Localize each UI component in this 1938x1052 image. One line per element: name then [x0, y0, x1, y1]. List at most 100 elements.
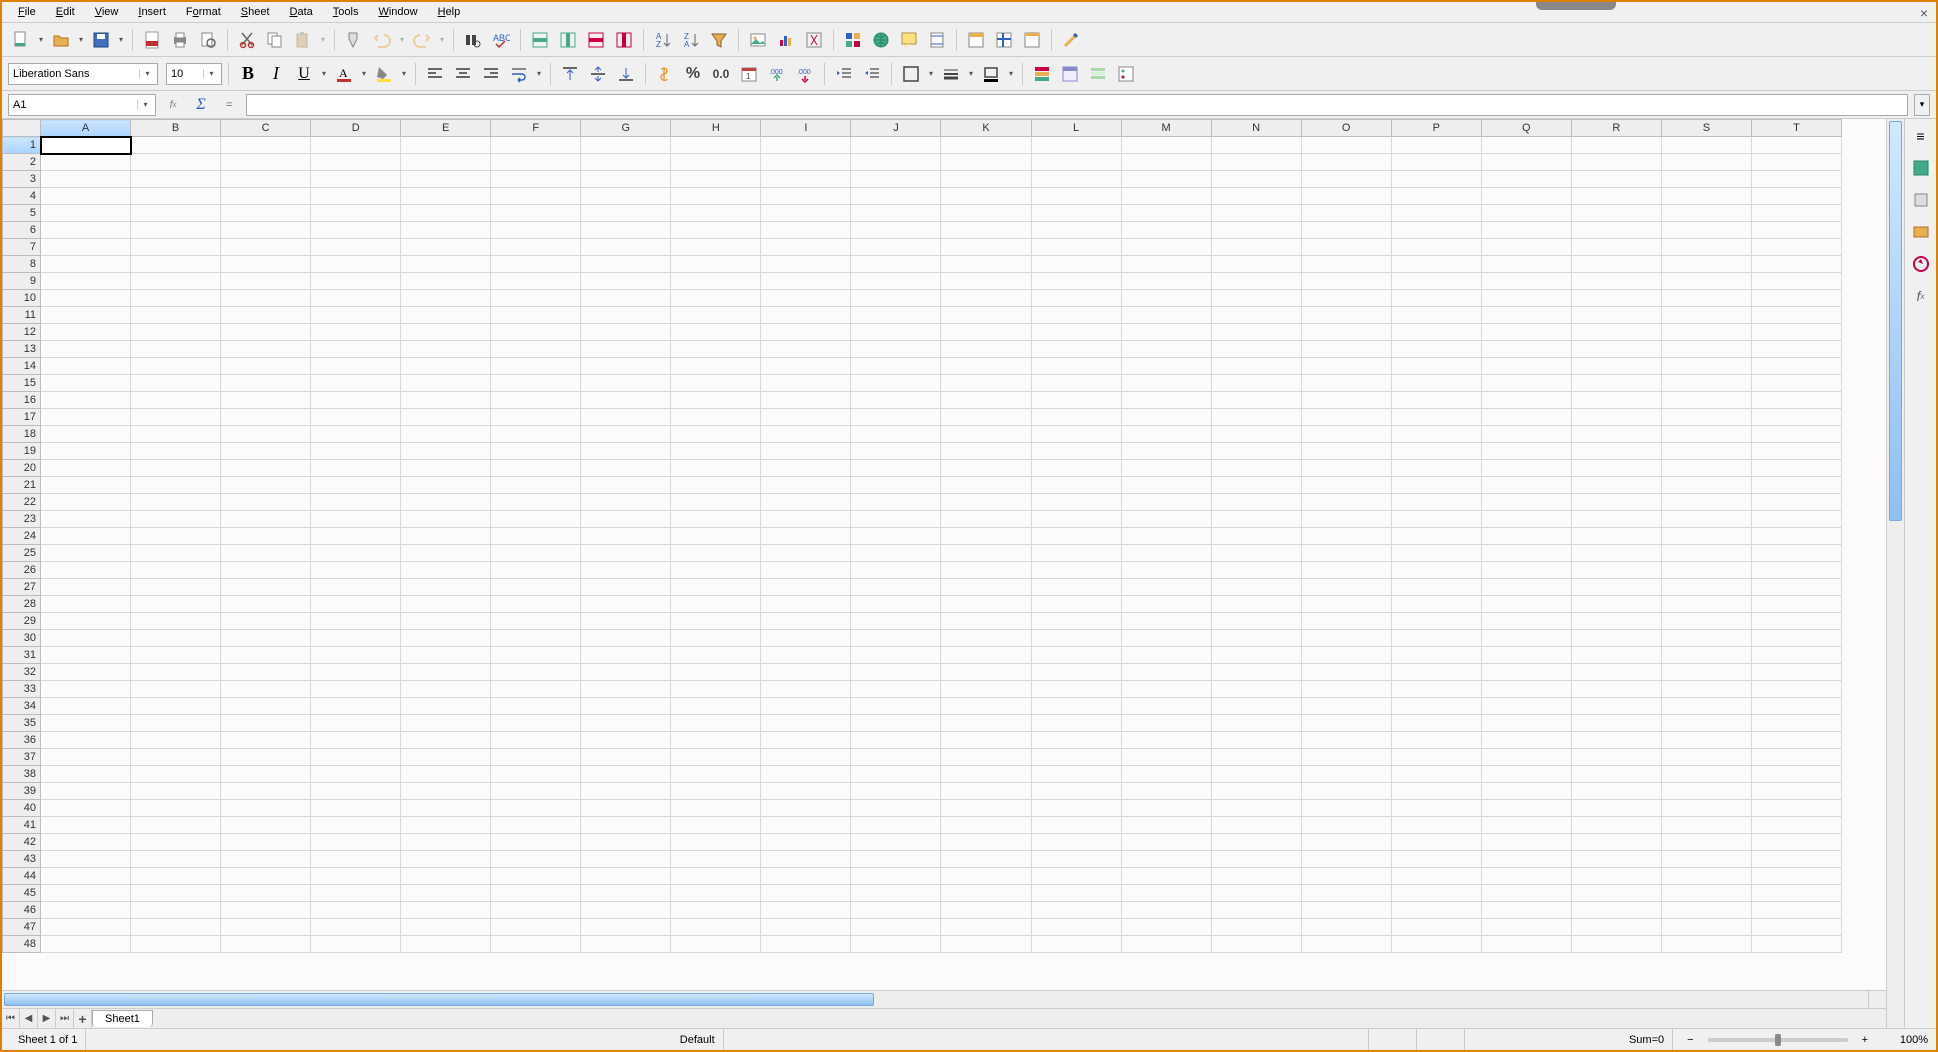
cell-R46[interactable] — [1571, 902, 1661, 919]
cell-Q43[interactable] — [1481, 851, 1571, 868]
cell-H39[interactable] — [671, 783, 761, 800]
cell-B30[interactable] — [131, 630, 221, 647]
cell-J42[interactable] — [851, 834, 941, 851]
cell-P17[interactable] — [1391, 409, 1481, 426]
cell-B31[interactable] — [131, 647, 221, 664]
cell-A46[interactable] — [41, 902, 131, 919]
cell-Q19[interactable] — [1481, 443, 1571, 460]
cell-J1[interactable] — [851, 137, 941, 154]
cell-N7[interactable] — [1211, 239, 1301, 256]
column-header-P[interactable]: P — [1391, 120, 1481, 137]
column-header-Q[interactable]: Q — [1481, 120, 1571, 137]
status-signature[interactable] — [1425, 1029, 1465, 1050]
cell-P29[interactable] — [1391, 613, 1481, 630]
cell-S13[interactable] — [1661, 341, 1751, 358]
cell-B26[interactable] — [131, 562, 221, 579]
cell-L7[interactable] — [1031, 239, 1121, 256]
cell-K7[interactable] — [941, 239, 1031, 256]
cell-K11[interactable] — [941, 307, 1031, 324]
cell-S22[interactable] — [1661, 494, 1751, 511]
cell-R38[interactable] — [1571, 766, 1661, 783]
cell-J37[interactable] — [851, 749, 941, 766]
cell-H28[interactable] — [671, 596, 761, 613]
cell-A41[interactable] — [41, 817, 131, 834]
cell-A8[interactable] — [41, 256, 131, 273]
cell-D40[interactable] — [311, 800, 401, 817]
cell-I46[interactable] — [761, 902, 851, 919]
cell-E7[interactable] — [401, 239, 491, 256]
cell-Q45[interactable] — [1481, 885, 1571, 902]
cell-P20[interactable] — [1391, 460, 1481, 477]
cell-S47[interactable] — [1661, 919, 1751, 936]
cell-H40[interactable] — [671, 800, 761, 817]
cell-N15[interactable] — [1211, 375, 1301, 392]
row-header-21[interactable]: 21 — [3, 477, 41, 494]
row-header-11[interactable]: 11 — [3, 307, 41, 324]
cell-Q27[interactable] — [1481, 579, 1571, 596]
cell-L48[interactable] — [1031, 936, 1121, 953]
cell-P1[interactable] — [1391, 137, 1481, 154]
cell-N2[interactable] — [1211, 154, 1301, 171]
cell-J14[interactable] — [851, 358, 941, 375]
cell-J5[interactable] — [851, 205, 941, 222]
cell-O29[interactable] — [1301, 613, 1391, 630]
cell-B8[interactable] — [131, 256, 221, 273]
cell-O1[interactable] — [1301, 137, 1391, 154]
cell-N40[interactable] — [1211, 800, 1301, 817]
cell-N9[interactable] — [1211, 273, 1301, 290]
cell-C44[interactable] — [221, 868, 311, 885]
row-header-2[interactable]: 2 — [3, 154, 41, 171]
cell-M39[interactable] — [1121, 783, 1211, 800]
cell-P48[interactable] — [1391, 936, 1481, 953]
cell-C46[interactable] — [221, 902, 311, 919]
cell-G7[interactable] — [581, 239, 671, 256]
row-header-19[interactable]: 19 — [3, 443, 41, 460]
cell-S21[interactable] — [1661, 477, 1751, 494]
cell-O31[interactable] — [1301, 647, 1391, 664]
column-header-A[interactable]: A — [41, 120, 131, 137]
cell-B35[interactable] — [131, 715, 221, 732]
cell-A16[interactable] — [41, 392, 131, 409]
cell-E22[interactable] — [401, 494, 491, 511]
cell-R6[interactable] — [1571, 222, 1661, 239]
cell-P23[interactable] — [1391, 511, 1481, 528]
cell-L15[interactable] — [1031, 375, 1121, 392]
cell-B28[interactable] — [131, 596, 221, 613]
number-button[interactable]: 0.0 — [708, 61, 734, 87]
cell-I14[interactable] — [761, 358, 851, 375]
cell-D13[interactable] — [311, 341, 401, 358]
cell-F28[interactable] — [491, 596, 581, 613]
cell-A32[interactable] — [41, 664, 131, 681]
cell-I6[interactable] — [761, 222, 851, 239]
cell-P27[interactable] — [1391, 579, 1481, 596]
cell-B45[interactable] — [131, 885, 221, 902]
cell-J7[interactable] — [851, 239, 941, 256]
cell-H31[interactable] — [671, 647, 761, 664]
font-name-combo[interactable]: ▾ — [8, 63, 158, 85]
cell-D6[interactable] — [311, 222, 401, 239]
cell-H23[interactable] — [671, 511, 761, 528]
cell-G45[interactable] — [581, 885, 671, 902]
cell-E2[interactable] — [401, 154, 491, 171]
cell-A26[interactable] — [41, 562, 131, 579]
currency-button[interactable] — [652, 61, 678, 87]
cell-J18[interactable] — [851, 426, 941, 443]
autofilter-button[interactable] — [706, 27, 732, 53]
cell-F19[interactable] — [491, 443, 581, 460]
cell-D29[interactable] — [311, 613, 401, 630]
cell-C13[interactable] — [221, 341, 311, 358]
cell-O4[interactable] — [1301, 188, 1391, 205]
cell-F24[interactable] — [491, 528, 581, 545]
cell-K30[interactable] — [941, 630, 1031, 647]
row-header-39[interactable]: 39 — [3, 783, 41, 800]
menu-file[interactable]: File — [10, 4, 44, 20]
cell-E41[interactable] — [401, 817, 491, 834]
cell-N18[interactable] — [1211, 426, 1301, 443]
sidebar-styles-icon[interactable] — [1910, 189, 1932, 211]
cell-J22[interactable] — [851, 494, 941, 511]
cell-B22[interactable] — [131, 494, 221, 511]
cell-K22[interactable] — [941, 494, 1031, 511]
cell-E47[interactable] — [401, 919, 491, 936]
cell-E18[interactable] — [401, 426, 491, 443]
cell-C38[interactable] — [221, 766, 311, 783]
